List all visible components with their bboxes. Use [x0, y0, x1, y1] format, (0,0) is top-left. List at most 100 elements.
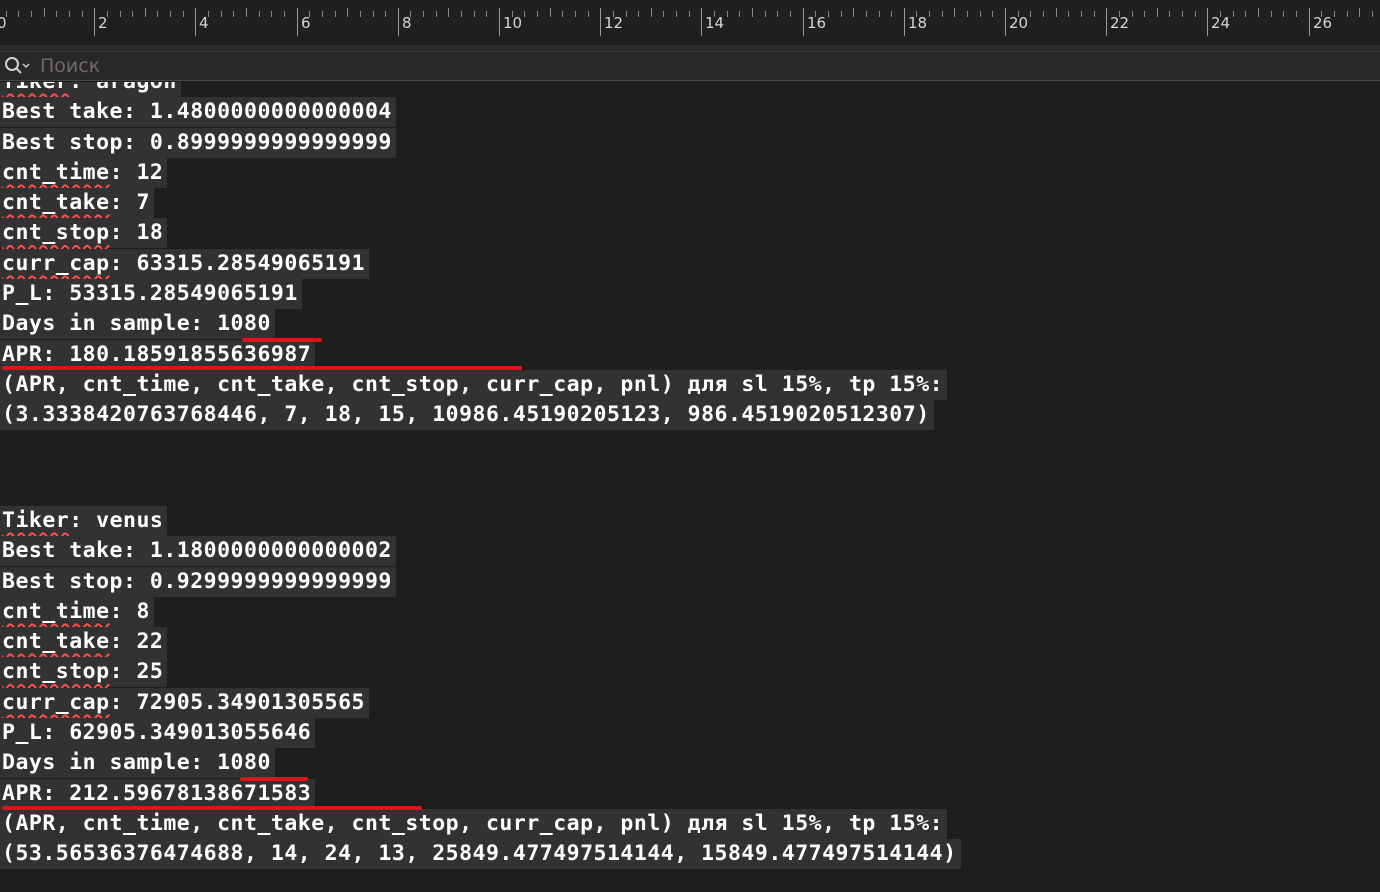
ruler-tick	[1132, 11, 1133, 17]
ruler-tick	[233, 11, 234, 17]
ruler-label: 22	[1110, 14, 1130, 32]
ruler-label: 14	[705, 14, 725, 32]
search-input[interactable]	[32, 53, 640, 79]
ruler-tick	[31, 11, 32, 17]
ruler-tick	[94, 8, 95, 36]
output-line-summary-values: (53.56536376474688, 14, 24, 13, 25849.47…	[0, 839, 961, 870]
tiker-label: Tiker	[2, 82, 69, 94]
ruler-tick	[145, 8, 146, 17]
best-take-text: Best take: 1.1800000000000002	[0, 536, 396, 567]
ruler-tick	[1233, 11, 1234, 17]
ruler-tick	[1005, 8, 1006, 36]
ruler-tick	[1094, 11, 1095, 17]
ruler-tick	[1245, 11, 1246, 17]
ruler-tick	[195, 8, 196, 36]
output-line-cnt-time: cnt_time: 12	[0, 157, 947, 188]
ruler-tick	[436, 11, 437, 17]
ruler-tick	[879, 11, 880, 17]
ruler-tick	[1296, 11, 1297, 17]
ruler-tick	[499, 8, 500, 36]
output-line-pl: P_L: 53315.28549065191	[0, 279, 947, 310]
ruler-tick	[727, 11, 728, 17]
curr-cap-value: : 72905.34901305565	[109, 689, 366, 715]
ruler-label: 18	[908, 14, 928, 32]
curr-cap-key: curr_cap	[2, 250, 110, 276]
ruler-tick	[765, 11, 766, 17]
pl-text: P_L: 62905.349013055646	[0, 718, 316, 749]
ruler-tick	[967, 11, 968, 17]
ruler-tick	[56, 11, 57, 17]
pl-text: P_L: 53315.28549065191	[0, 279, 302, 310]
cnt-time-key: cnt_time	[2, 159, 110, 185]
summary-head-text: (APR, cnt_time, cnt_take, cnt_stop, curr…	[0, 808, 948, 839]
ruler-tick	[1258, 8, 1259, 17]
output-line-curr-cap: curr_cap: 72905.34901305565	[0, 687, 961, 718]
ruler-tick	[1207, 8, 1208, 36]
ruler-tick	[942, 11, 943, 17]
ruler-tick	[1030, 11, 1031, 17]
output-line-cnt-stop: cnt_stop: 25	[0, 657, 961, 688]
search-icon[interactable]	[2, 52, 32, 80]
output-line-summary-values: (3.3338420763768446, 7, 18, 15, 10986.45…	[0, 400, 947, 431]
ruler-tick	[1309, 8, 1310, 36]
ruler-tick	[777, 11, 778, 17]
ruler-tick	[448, 8, 449, 17]
ruler-label: 8	[402, 14, 412, 32]
ruler-tick	[271, 11, 272, 17]
annotation-underline-apr	[2, 366, 522, 370]
ruler-label: 4	[199, 14, 209, 32]
ruler-tick	[929, 11, 930, 17]
ruler-label: 26	[1313, 14, 1333, 32]
cnt-stop-key: cnt_stop	[2, 220, 110, 246]
ruler-tick	[297, 8, 298, 36]
output-line-cnt-stop: cnt_stop: 18	[0, 218, 947, 249]
ruler-tick	[170, 11, 171, 17]
ruler-tick	[1359, 8, 1360, 17]
ruler-label: 20	[1009, 14, 1029, 32]
output-line-days: Days in sample: 1080	[0, 748, 961, 779]
ruler-tick	[246, 8, 247, 17]
ruler-tick	[157, 11, 158, 17]
ruler-tick	[701, 8, 702, 36]
cnt-time-value: : 8	[109, 598, 150, 624]
output-line-cnt-time: cnt_time: 8	[0, 596, 961, 627]
ruler-label: 24	[1211, 14, 1231, 32]
result-block-venus: Tiker: venus Best take: 1.18000000000000…	[0, 506, 961, 870]
output-line-pl: P_L: 62905.349013055646	[0, 718, 961, 749]
ruler-label: 16	[807, 14, 827, 32]
ruler-tick	[461, 11, 462, 17]
ruler-tick	[1271, 11, 1272, 17]
ruler-tick	[1043, 11, 1044, 17]
best-take-text: Best take: 1.4800000000000004	[0, 97, 396, 128]
ruler-tick	[828, 11, 829, 17]
apr-text: APR: 212.59678138671583	[0, 778, 316, 809]
ruler-tick	[689, 11, 690, 17]
ruler-tick	[259, 11, 260, 17]
ruler-tick	[651, 8, 652, 17]
ruler-tick	[562, 11, 563, 17]
search-bar	[0, 52, 1380, 81]
tiker-value: aragon	[96, 82, 177, 94]
ruler-tick	[1157, 8, 1158, 17]
ruler-tick	[537, 11, 538, 17]
ruler-tick	[1372, 11, 1373, 17]
ruler-tick	[1283, 11, 1284, 17]
ruler-tick	[1195, 11, 1196, 17]
ruler-tick	[322, 11, 323, 17]
ruler-tick	[954, 8, 955, 17]
ruler-tick	[335, 11, 336, 17]
ruler-tick	[1334, 11, 1335, 17]
ruler-tick	[1056, 8, 1057, 17]
ruler-tick	[550, 8, 551, 17]
output-line-tiker: Tiker: venus	[0, 506, 961, 536]
cnt-stop-value: : 18	[109, 220, 164, 246]
ruler-tick	[866, 11, 867, 17]
ruler-tick	[663, 11, 664, 17]
ruler-tick	[373, 11, 374, 17]
best-stop-text: Best stop: 0.9299999999999999	[0, 566, 396, 597]
ruler-tick	[1169, 11, 1170, 17]
ruler-tick	[1068, 11, 1069, 17]
annotation-underline-days	[242, 338, 322, 342]
output-line-summary-head: (APR, cnt_time, cnt_take, cnt_stop, curr…	[0, 369, 948, 400]
ruler-tick	[575, 11, 576, 17]
